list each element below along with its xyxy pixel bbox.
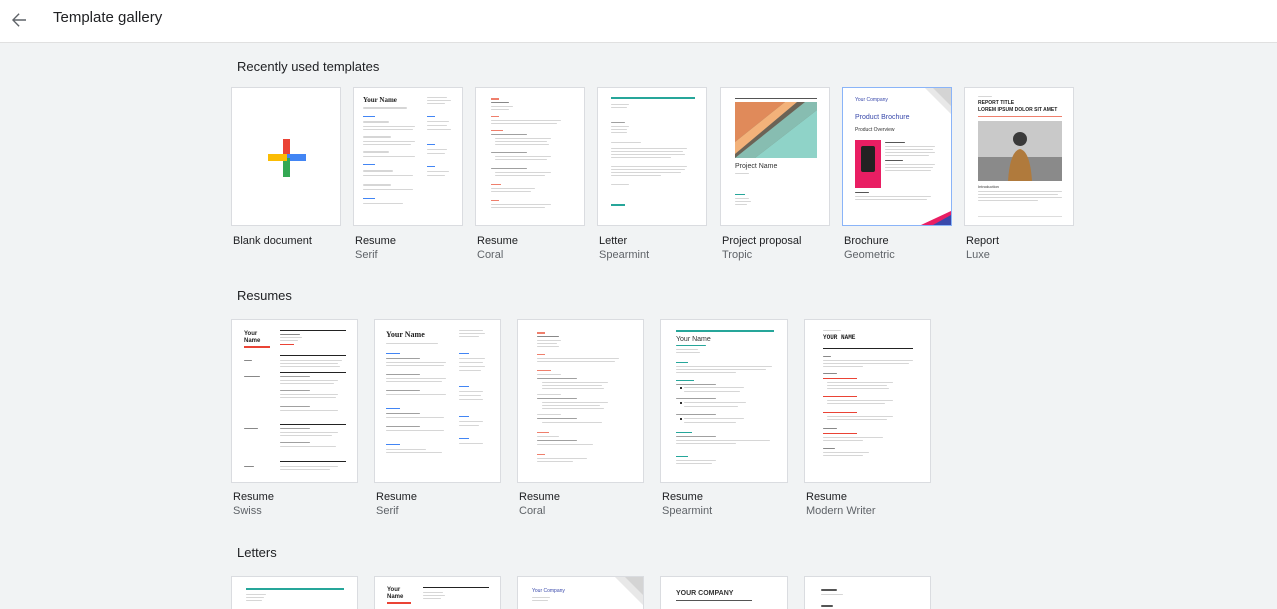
thumb-subtitle: Product Overview bbox=[855, 127, 895, 133]
thumb-company: Your Company bbox=[855, 97, 888, 103]
thumb-title: Project Name bbox=[735, 163, 778, 170]
template-card-letter-2[interactable]: Your Name bbox=[374, 576, 501, 609]
tropic-art-image bbox=[735, 102, 817, 158]
template-name: Resume bbox=[376, 491, 417, 503]
template-variant: Tropic bbox=[722, 249, 753, 261]
geometric-bottom-decoration bbox=[921, 211, 951, 225]
section-title-resumes: Resumes bbox=[237, 288, 292, 303]
template-card-letter-5[interactable] bbox=[804, 576, 931, 609]
template-name: Project proposal bbox=[722, 235, 802, 247]
template-variant: Spearmint bbox=[599, 249, 650, 261]
template-variant: Coral bbox=[519, 505, 546, 517]
report-photo-image bbox=[978, 121, 1062, 181]
template-card-letter-4[interactable]: YOUR COMPANY bbox=[660, 576, 788, 609]
template-card-project-proposal[interactable]: Project Name Project proposal Tropic bbox=[720, 87, 830, 261]
template-card-brochure[interactable]: Your Company Product Brochure Product Ov… bbox=[842, 87, 952, 261]
template-card-resume-modern-writer[interactable]: YOUR NAME Resume Modern Writer bbox=[804, 319, 931, 519]
template-thumbnail bbox=[804, 576, 931, 609]
thumb-title: REPORT TITLE bbox=[978, 100, 1015, 106]
template-variant: Swiss bbox=[233, 505, 262, 517]
template-card-resume-coral[interactable]: Resume Coral bbox=[475, 87, 585, 261]
template-thumbnail: Your Name bbox=[353, 87, 463, 226]
plus-icon bbox=[268, 139, 306, 177]
thumb-title: Your Name bbox=[386, 330, 425, 339]
template-variant: Serif bbox=[355, 249, 378, 261]
template-card-resume-spearmint[interactable]: Your Name Resume Spearmint bbox=[660, 319, 788, 519]
template-thumbnail: Your Name bbox=[660, 319, 788, 483]
template-variant: Modern Writer bbox=[806, 505, 876, 517]
thumb-title: Your Name bbox=[363, 96, 397, 104]
template-name: Resume bbox=[477, 235, 518, 247]
template-card-report-luxe[interactable]: REPORT TITLE LOREM IPSUM DOLOR SIT AMET … bbox=[964, 87, 1074, 261]
section-title-letters: Letters bbox=[237, 545, 277, 560]
template-variant: Serif bbox=[376, 505, 399, 517]
thumb-title: Your Name bbox=[676, 336, 711, 343]
template-name: Report bbox=[966, 235, 1000, 247]
thumb-subtitle: LOREM IPSUM DOLOR SIT AMET bbox=[978, 107, 1058, 113]
template-name: Blank document bbox=[233, 235, 312, 247]
template-thumbnail bbox=[597, 87, 707, 226]
template-variant: Spearmint bbox=[662, 505, 713, 517]
app-title: Template gallery bbox=[53, 9, 163, 26]
back-button[interactable] bbox=[4, 7, 34, 33]
template-card-resume-serif-large[interactable]: Your Name Resume Serif bbox=[374, 319, 501, 519]
template-variant: Coral bbox=[477, 249, 504, 261]
template-thumbnail: Your Name bbox=[374, 576, 501, 609]
thumb-title: YOUR NAME bbox=[823, 334, 856, 341]
template-variant: Geometric bbox=[844, 249, 895, 261]
template-thumbnail: Your Company Product Brochure Product Ov… bbox=[842, 87, 952, 226]
top-app-bar: Template gallery bbox=[0, 0, 1277, 43]
template-thumbnail: Your Name bbox=[231, 319, 358, 483]
thumb-title-line2: Name bbox=[387, 594, 404, 600]
template-thumbnail: YOUR COMPANY bbox=[660, 576, 788, 609]
template-thumbnail bbox=[517, 319, 644, 483]
thumb-title: YOUR COMPANY bbox=[676, 590, 734, 597]
template-thumbnail: Your Name bbox=[374, 319, 501, 483]
template-card-resume-swiss[interactable]: Your Name Resume Swiss bbox=[231, 319, 358, 519]
template-name: Letter bbox=[599, 235, 628, 247]
template-thumbnail: YOUR NAME bbox=[804, 319, 931, 483]
template-card-resume-coral-large[interactable]: Resume Coral bbox=[517, 319, 644, 519]
template-name: Resume bbox=[233, 491, 274, 503]
thumb-title-line2: Name bbox=[244, 338, 261, 344]
section-title-recent: Recently used templates bbox=[237, 59, 380, 74]
thumb-title-line1: Your bbox=[387, 587, 401, 593]
template-card-resume-serif[interactable]: Your Name Resume Serif bbox=[353, 87, 463, 261]
template-name: Brochure bbox=[844, 235, 889, 247]
template-thumbnail: Your Company bbox=[517, 576, 644, 609]
thumb-title-line1: Your bbox=[244, 331, 258, 337]
geometric-corner-decoration bbox=[615, 577, 643, 605]
thumb-title: Product Brochure bbox=[855, 114, 910, 121]
geometric-corner-decoration bbox=[925, 88, 951, 114]
template-thumbnail: Project Name bbox=[720, 87, 830, 226]
template-card-letter-1[interactable] bbox=[231, 576, 358, 609]
template-variant: Luxe bbox=[966, 249, 990, 261]
thumb-heading: Introduction bbox=[978, 184, 999, 189]
template-card-blank-document[interactable]: Blank document bbox=[231, 87, 341, 259]
template-name: Resume bbox=[806, 491, 847, 503]
template-thumbnail: REPORT TITLE LOREM IPSUM DOLOR SIT AMET … bbox=[964, 87, 1074, 226]
template-card-letter-spearmint[interactable]: Letter Spearmint bbox=[597, 87, 707, 261]
template-name: Resume bbox=[519, 491, 560, 503]
template-name: Resume bbox=[662, 491, 703, 503]
template-thumbnail bbox=[231, 576, 358, 609]
template-thumbnail bbox=[475, 87, 585, 226]
thumb-company: Your Company bbox=[532, 588, 565, 594]
template-name: Resume bbox=[355, 235, 396, 247]
arrow-back-icon bbox=[12, 13, 26, 27]
template-card-letter-3[interactable]: Your Company bbox=[517, 576, 644, 609]
template-thumbnail bbox=[231, 87, 341, 226]
